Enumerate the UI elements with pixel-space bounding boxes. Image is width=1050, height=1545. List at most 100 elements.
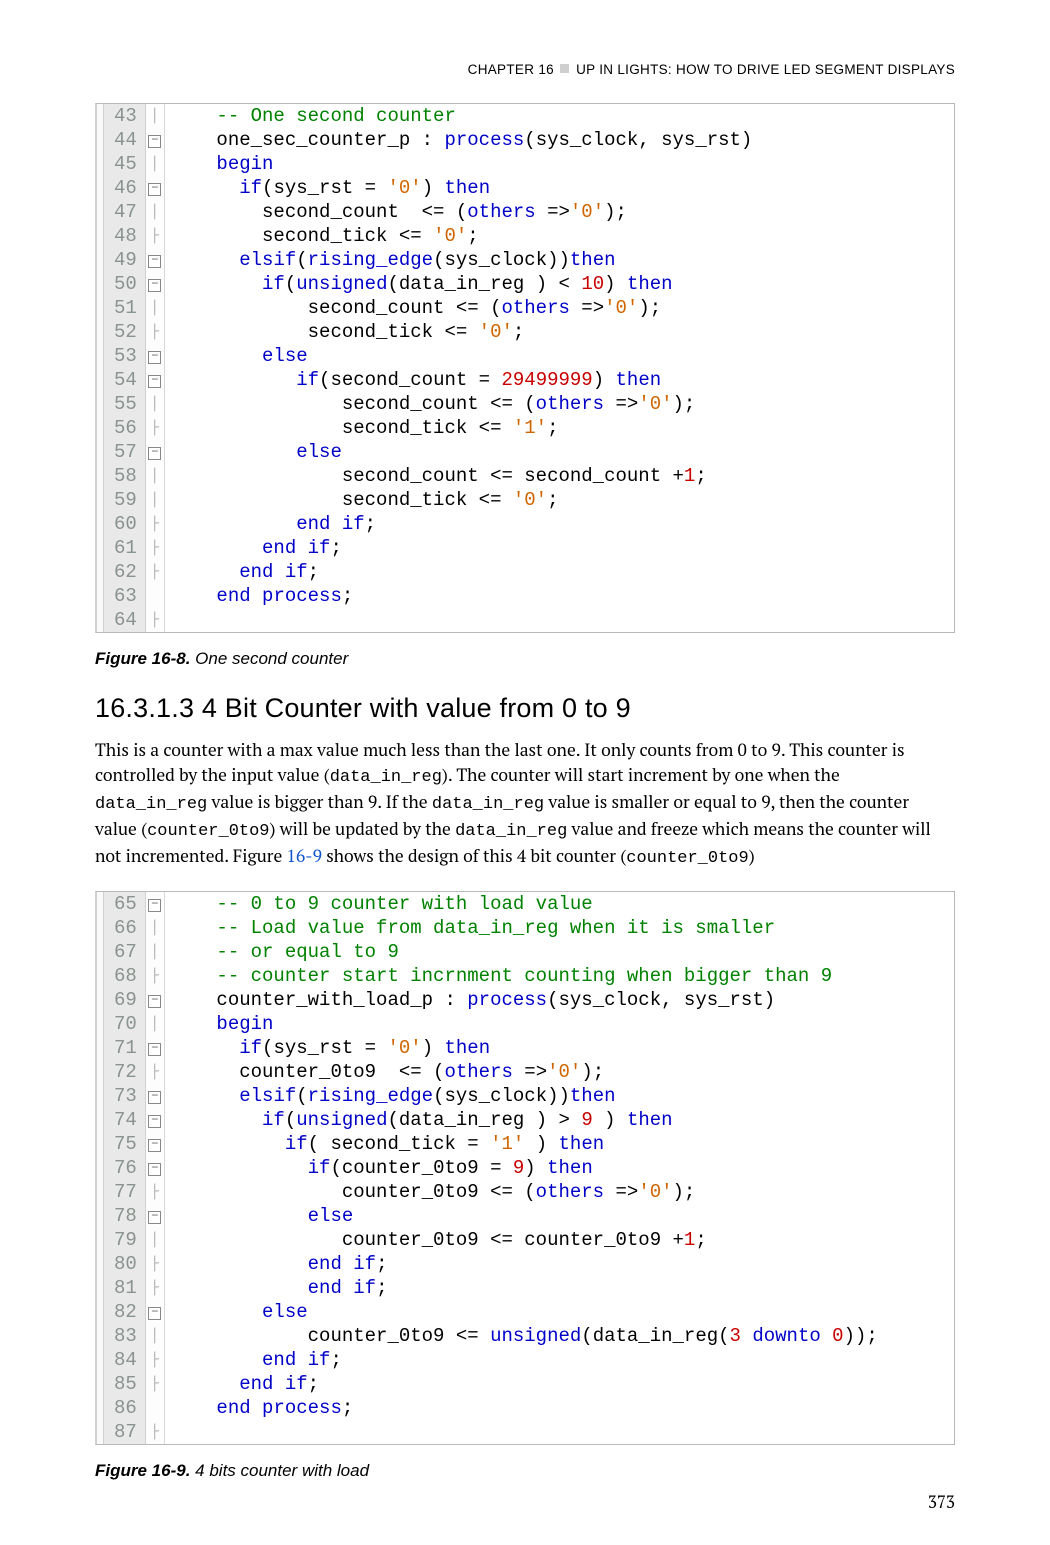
fold-gutter[interactable]: ├ bbox=[146, 512, 165, 536]
fold-collapse-icon[interactable]: − bbox=[148, 183, 161, 196]
code-line: 71− if(sys_rst = '0') then bbox=[97, 1036, 888, 1060]
fold-gutter[interactable]: − bbox=[146, 1108, 165, 1132]
line-number: 44 bbox=[104, 128, 146, 152]
fold-gutter[interactable]: ├ bbox=[146, 536, 165, 560]
line-number: 84 bbox=[104, 1348, 146, 1372]
fold-collapse-icon[interactable]: − bbox=[148, 899, 161, 912]
fold-gutter[interactable]: │ bbox=[146, 296, 165, 320]
fold-gutter[interactable]: ├ bbox=[146, 560, 165, 584]
fold-gutter[interactable]: − bbox=[146, 988, 165, 1012]
fold-gutter[interactable]: ├ bbox=[146, 1372, 165, 1396]
fold-gutter[interactable]: │ bbox=[146, 392, 165, 416]
code-line: 80├ end if; bbox=[97, 1252, 888, 1276]
code-gutter-edge bbox=[97, 392, 104, 416]
code-text: counter_0to9 <= (others =>'0'); bbox=[165, 1180, 888, 1204]
fold-gutter[interactable]: − bbox=[146, 1204, 165, 1228]
fold-gutter[interactable]: − bbox=[146, 1300, 165, 1324]
fold-gutter[interactable]: − bbox=[146, 176, 165, 200]
fold-guide-icon: │ bbox=[151, 108, 159, 124]
fold-gutter[interactable]: │ bbox=[146, 1228, 165, 1252]
fold-collapse-icon[interactable]: − bbox=[148, 995, 161, 1008]
code-text: if(unsigned(data_in_reg ) > 9 ) then bbox=[165, 1108, 888, 1132]
fold-gutter[interactable]: ├ bbox=[146, 1180, 165, 1204]
line-number: 82 bbox=[104, 1300, 146, 1324]
code-gutter-edge bbox=[97, 608, 104, 632]
code-line: 83│ counter_0to9 <= unsigned(data_in_reg… bbox=[97, 1324, 888, 1348]
fold-collapse-icon[interactable]: − bbox=[148, 447, 161, 460]
code-text: end if; bbox=[165, 1372, 888, 1396]
code-line: 82− else bbox=[97, 1300, 888, 1324]
code-gutter-edge bbox=[97, 964, 104, 988]
fold-gutter[interactable]: ├ bbox=[146, 608, 165, 632]
code-line: 53− else bbox=[97, 344, 762, 368]
fold-collapse-icon[interactable]: − bbox=[148, 1115, 161, 1128]
fold-gutter[interactable]: − bbox=[146, 440, 165, 464]
fold-collapse-icon[interactable]: − bbox=[148, 375, 161, 388]
fold-gutter[interactable] bbox=[146, 1396, 165, 1420]
fold-gutter[interactable]: − bbox=[146, 1156, 165, 1180]
fold-gutter[interactable]: ├ bbox=[146, 416, 165, 440]
fold-gutter[interactable]: − bbox=[146, 272, 165, 296]
fold-collapse-icon[interactable]: − bbox=[148, 351, 161, 364]
line-number: 81 bbox=[104, 1276, 146, 1300]
section-heading: 16.3.1.3 4 Bit Counter with value from 0… bbox=[95, 693, 955, 724]
fold-gutter[interactable] bbox=[146, 584, 165, 608]
fold-collapse-icon[interactable]: − bbox=[148, 1307, 161, 1320]
fold-gutter[interactable]: │ bbox=[146, 152, 165, 176]
line-number: 49 bbox=[104, 248, 146, 272]
code-line: 70│ begin bbox=[97, 1012, 888, 1036]
fold-gutter[interactable]: ├ bbox=[146, 320, 165, 344]
fold-collapse-icon[interactable]: − bbox=[148, 255, 161, 268]
fold-gutter[interactable]: ├ bbox=[146, 1060, 165, 1084]
fold-gutter[interactable]: │ bbox=[146, 488, 165, 512]
fold-gutter[interactable]: │ bbox=[146, 940, 165, 964]
fold-gutter[interactable]: − bbox=[146, 892, 165, 916]
code-line: 87├ bbox=[97, 1420, 888, 1444]
code-text: if( second_tick = '1' ) then bbox=[165, 1132, 888, 1156]
line-number: 62 bbox=[104, 560, 146, 584]
code-gutter-edge bbox=[97, 368, 104, 392]
fold-gutter[interactable]: ├ bbox=[146, 1420, 165, 1444]
fold-collapse-icon[interactable]: − bbox=[148, 1091, 161, 1104]
figure-reference-link[interactable]: 16-9 bbox=[287, 845, 322, 868]
fold-gutter[interactable]: │ bbox=[146, 916, 165, 940]
fold-collapse-icon[interactable]: − bbox=[148, 1139, 161, 1152]
fold-collapse-icon[interactable]: − bbox=[148, 1163, 161, 1176]
code-line: 76− if(counter_0to9 = 9) then bbox=[97, 1156, 888, 1180]
fold-guide-icon: ├ bbox=[151, 1184, 159, 1200]
code-text bbox=[165, 608, 763, 632]
code-text: begin bbox=[165, 152, 763, 176]
fold-gutter[interactable]: − bbox=[146, 1036, 165, 1060]
fold-gutter[interactable]: │ bbox=[146, 1324, 165, 1348]
fold-gutter[interactable]: − bbox=[146, 1084, 165, 1108]
fold-gutter[interactable]: ├ bbox=[146, 1276, 165, 1300]
figure-title: One second counter bbox=[195, 649, 348, 668]
fold-gutter[interactable]: │ bbox=[146, 200, 165, 224]
fold-gutter[interactable]: − bbox=[146, 368, 165, 392]
fold-collapse-icon[interactable]: − bbox=[148, 279, 161, 292]
code-gutter-edge bbox=[97, 224, 104, 248]
code-gutter-edge bbox=[97, 248, 104, 272]
fold-guide-icon: │ bbox=[151, 300, 159, 316]
fold-collapse-icon[interactable]: − bbox=[148, 1043, 161, 1056]
fold-gutter[interactable]: ├ bbox=[146, 1348, 165, 1372]
fold-gutter[interactable]: − bbox=[146, 248, 165, 272]
code-line: 74− if(unsigned(data_in_reg ) > 9 ) then bbox=[97, 1108, 888, 1132]
fold-gutter[interactable]: │ bbox=[146, 1012, 165, 1036]
fold-gutter[interactable]: ├ bbox=[146, 224, 165, 248]
code-gutter-edge bbox=[97, 512, 104, 536]
fold-gutter[interactable]: − bbox=[146, 344, 165, 368]
fold-gutter[interactable]: │ bbox=[146, 104, 165, 128]
fold-collapse-icon[interactable]: − bbox=[148, 1211, 161, 1224]
fold-gutter[interactable]: │ bbox=[146, 464, 165, 488]
fold-gutter[interactable]: ├ bbox=[146, 964, 165, 988]
line-number: 54 bbox=[104, 368, 146, 392]
code-text: elsif(rising_edge(sys_clock))then bbox=[165, 1084, 888, 1108]
fold-gutter[interactable]: ├ bbox=[146, 1252, 165, 1276]
inline-code: data_in_reg bbox=[330, 768, 442, 787]
fold-collapse-icon[interactable]: − bbox=[148, 135, 161, 148]
fold-guide-icon: ├ bbox=[151, 1424, 159, 1440]
fold-gutter[interactable]: − bbox=[146, 128, 165, 152]
running-head-suffix: UP IN LIGHTS: HOW TO DRIVE LED SEGMENT D… bbox=[576, 62, 955, 77]
fold-gutter[interactable]: − bbox=[146, 1132, 165, 1156]
